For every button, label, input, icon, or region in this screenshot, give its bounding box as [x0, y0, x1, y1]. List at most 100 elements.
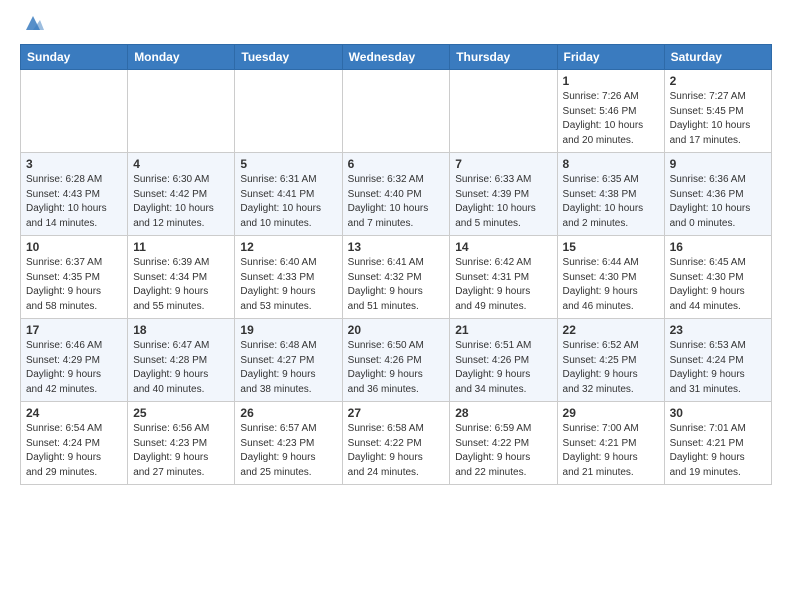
calendar-cell: 30 Sunrise: 7:01 AMSunset: 4:21 PMDayligh… — [664, 402, 771, 485]
calendar-cell — [450, 70, 557, 153]
day-info: Sunrise: 6:36 AMSunset: 4:36 PMDaylight:… — [670, 173, 766, 231]
day-number: 28 — [455, 406, 551, 420]
header-row: SundayMondayTuesdayWednesdayThursdayFrid… — [21, 45, 772, 70]
day-info: Sunrise: 6:52 AMSunset: 4:25 PMDaylight:… — [563, 339, 659, 397]
day-number: 23 — [670, 323, 766, 337]
calendar-cell: 13 Sunrise: 6:41 AMSunset: 4:32 PMDayligh… — [342, 236, 450, 319]
day-number: 11 — [133, 240, 229, 254]
calendar-cell: 29 Sunrise: 7:00 AMSunset: 4:21 PMDayligh… — [557, 402, 664, 485]
calendar-cell: 14 Sunrise: 6:42 AMSunset: 4:31 PMDayligh… — [450, 236, 557, 319]
day-info: Sunrise: 6:57 AMSunset: 4:23 PMDaylight:… — [240, 422, 336, 480]
calendar-cell: 2Sunrise: 7:27 AMSunset: 5:45 PMDaylight… — [664, 70, 771, 153]
day-number: 7 — [455, 157, 551, 171]
day-number: 4 — [133, 157, 229, 171]
calendar-cell — [21, 70, 128, 153]
weekday-header: Saturday — [664, 45, 771, 70]
calendar-cell: 28 Sunrise: 6:59 AMSunset: 4:22 PMDayligh… — [450, 402, 557, 485]
day-info: Sunrise: 6:58 AMSunset: 4:22 PMDaylight:… — [348, 422, 445, 480]
logo — [20, 16, 44, 34]
day-info: Sunrise: 6:32 AMSunset: 4:40 PMDaylight:… — [348, 173, 445, 231]
day-info: Sunrise: 6:59 AMSunset: 4:22 PMDaylight:… — [455, 422, 551, 480]
calendar-cell — [235, 70, 342, 153]
calendar-week-row: 24 Sunrise: 6:54 AMSunset: 4:24 PMDayligh… — [21, 402, 772, 485]
weekday-header: Tuesday — [235, 45, 342, 70]
day-number: 12 — [240, 240, 336, 254]
weekday-header: Monday — [128, 45, 235, 70]
calendar-cell — [128, 70, 235, 153]
day-number: 24 — [26, 406, 122, 420]
day-number: 17 — [26, 323, 122, 337]
day-number: 2 — [670, 74, 766, 88]
calendar-cell: 18Sunrise: 6:47 AMSunset: 4:28 PMDayligh… — [128, 319, 235, 402]
day-info: Sunrise: 6:51 AMSunset: 4:26 PMDaylight:… — [455, 339, 551, 397]
calendar-cell — [342, 70, 450, 153]
calendar-cell: 22 Sunrise: 6:52 AMSunset: 4:25 PMDayligh… — [557, 319, 664, 402]
day-info: Sunrise: 7:01 AMSunset: 4:21 PMDaylight:… — [670, 422, 766, 480]
calendar-cell: 15 Sunrise: 6:44 AMSunset: 4:30 PMDayligh… — [557, 236, 664, 319]
day-number: 14 — [455, 240, 551, 254]
calendar-cell: 19 Sunrise: 6:48 AMSunset: 4:27 PMDayligh… — [235, 319, 342, 402]
day-number: 8 — [563, 157, 659, 171]
calendar-week-row: 1Sunrise: 7:26 AMSunset: 5:46 PMDaylight… — [21, 70, 772, 153]
day-info: Sunrise: 6:31 AMSunset: 4:41 PMDaylight:… — [240, 173, 336, 231]
calendar-week-row: 10 Sunrise: 6:37 AMSunset: 4:35 PMDayligh… — [21, 236, 772, 319]
day-info: Sunrise: 6:33 AMSunset: 4:39 PMDaylight:… — [455, 173, 551, 231]
calendar-cell: 3 Sunrise: 6:28 AMSunset: 4:43 PMDaylight… — [21, 153, 128, 236]
day-info: Sunrise: 6:50 AMSunset: 4:26 PMDaylight:… — [348, 339, 445, 397]
day-info: Sunrise: 6:42 AMSunset: 4:31 PMDaylight:… — [455, 256, 551, 314]
day-number: 5 — [240, 157, 336, 171]
day-number: 13 — [348, 240, 445, 254]
day-number: 3 — [26, 157, 122, 171]
day-number: 15 — [563, 240, 659, 254]
calendar-cell: 21 Sunrise: 6:51 AMSunset: 4:26 PMDayligh… — [450, 319, 557, 402]
day-info: Sunrise: 6:53 AMSunset: 4:24 PMDaylight:… — [670, 339, 766, 397]
calendar-cell: 11Sunrise: 6:39 AMSunset: 4:34 PMDayligh… — [128, 236, 235, 319]
day-number: 10 — [26, 240, 122, 254]
calendar-cell: 1Sunrise: 7:26 AMSunset: 5:46 PMDaylight… — [557, 70, 664, 153]
day-number: 16 — [670, 240, 766, 254]
day-info: Sunrise: 6:30 AMSunset: 4:42 PMDaylight:… — [133, 173, 229, 231]
logo-icon — [22, 12, 44, 34]
calendar-cell: 17Sunrise: 6:46 AMSunset: 4:29 PMDayligh… — [21, 319, 128, 402]
day-info: Sunrise: 6:48 AMSunset: 4:27 PMDaylight:… — [240, 339, 336, 397]
weekday-header: Thursday — [450, 45, 557, 70]
calendar-cell: 8 Sunrise: 6:35 AMSunset: 4:38 PMDaylight… — [557, 153, 664, 236]
day-number: 30 — [670, 406, 766, 420]
calendar-week-row: 3 Sunrise: 6:28 AMSunset: 4:43 PMDaylight… — [21, 153, 772, 236]
calendar-cell: 25 Sunrise: 6:56 AMSunset: 4:23 PMDayligh… — [128, 402, 235, 485]
day-number: 20 — [348, 323, 445, 337]
calendar-cell: 10 Sunrise: 6:37 AMSunset: 4:35 PMDayligh… — [21, 236, 128, 319]
header — [20, 16, 772, 34]
day-info: Sunrise: 7:00 AMSunset: 4:21 PMDaylight:… — [563, 422, 659, 480]
day-number: 27 — [348, 406, 445, 420]
day-info: Sunrise: 6:41 AMSunset: 4:32 PMDaylight:… — [348, 256, 445, 314]
day-number: 25 — [133, 406, 229, 420]
day-info: Sunrise: 6:28 AMSunset: 4:43 PMDaylight:… — [26, 173, 122, 231]
day-info: Sunrise: 6:37 AMSunset: 4:35 PMDaylight:… — [26, 256, 122, 314]
calendar-cell: 23 Sunrise: 6:53 AMSunset: 4:24 PMDayligh… — [664, 319, 771, 402]
day-number: 19 — [240, 323, 336, 337]
calendar-cell: 20 Sunrise: 6:50 AMSunset: 4:26 PMDayligh… — [342, 319, 450, 402]
day-info: Sunrise: 6:40 AMSunset: 4:33 PMDaylight:… — [240, 256, 336, 314]
day-number: 21 — [455, 323, 551, 337]
day-info: Sunrise: 6:47 AMSunset: 4:28 PMDaylight:… — [133, 339, 229, 397]
day-number: 22 — [563, 323, 659, 337]
calendar-cell: 26 Sunrise: 6:57 AMSunset: 4:23 PMDayligh… — [235, 402, 342, 485]
day-info: Sunrise: 6:54 AMSunset: 4:24 PMDaylight:… — [26, 422, 122, 480]
calendar-cell: 6Sunrise: 6:32 AMSunset: 4:40 PMDaylight… — [342, 153, 450, 236]
day-info: Sunrise: 6:56 AMSunset: 4:23 PMDaylight:… — [133, 422, 229, 480]
day-number: 29 — [563, 406, 659, 420]
calendar-cell: 9 Sunrise: 6:36 AMSunset: 4:36 PMDaylight… — [664, 153, 771, 236]
day-number: 1 — [563, 74, 659, 88]
calendar-cell: 27 Sunrise: 6:58 AMSunset: 4:22 PMDayligh… — [342, 402, 450, 485]
calendar-cell: 5 Sunrise: 6:31 AMSunset: 4:41 PMDaylight… — [235, 153, 342, 236]
weekday-header: Wednesday — [342, 45, 450, 70]
calendar-cell: 4 Sunrise: 6:30 AMSunset: 4:42 PMDaylight… — [128, 153, 235, 236]
day-info: Sunrise: 6:44 AMSunset: 4:30 PMDaylight:… — [563, 256, 659, 314]
calendar-cell: 24 Sunrise: 6:54 AMSunset: 4:24 PMDayligh… — [21, 402, 128, 485]
calendar-week-row: 17Sunrise: 6:46 AMSunset: 4:29 PMDayligh… — [21, 319, 772, 402]
weekday-header: Friday — [557, 45, 664, 70]
day-number: 9 — [670, 157, 766, 171]
day-number: 26 — [240, 406, 336, 420]
day-info: Sunrise: 6:35 AMSunset: 4:38 PMDaylight:… — [563, 173, 659, 231]
